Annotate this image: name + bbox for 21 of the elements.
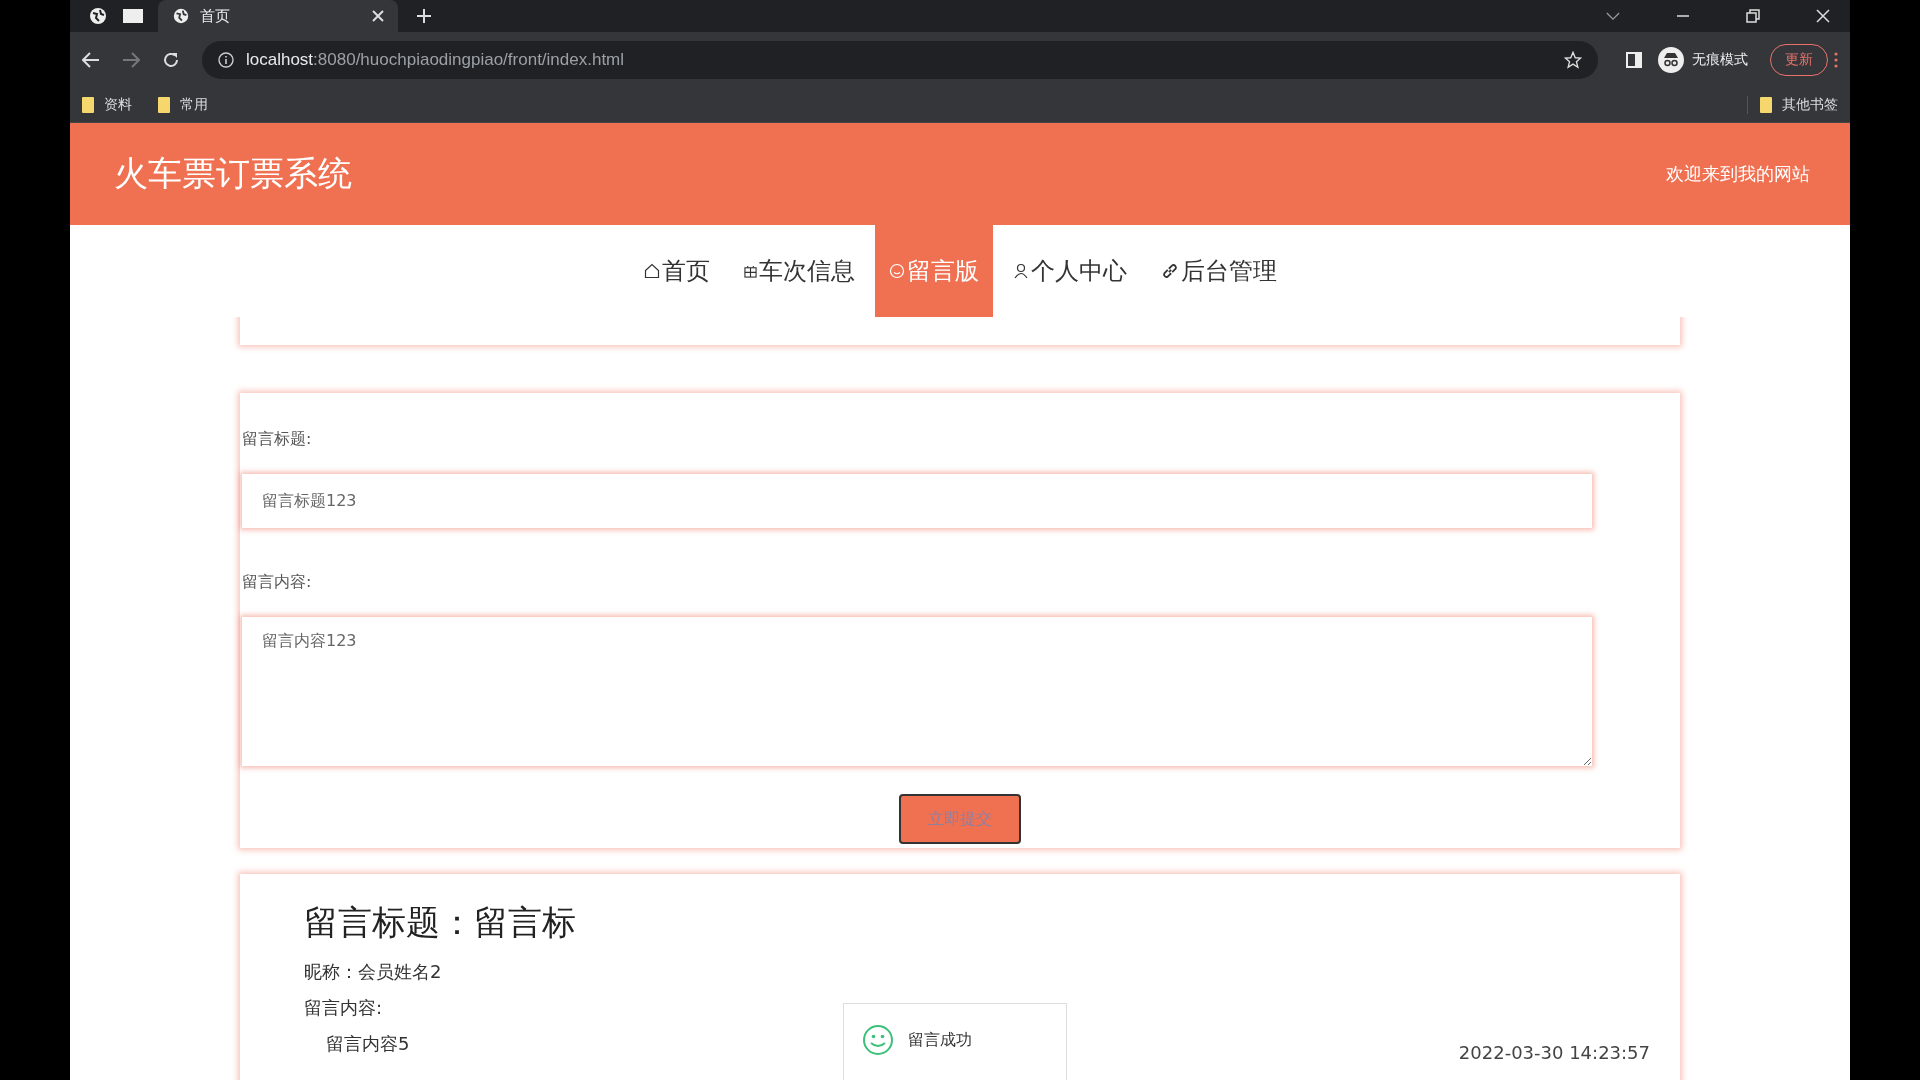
message-time: 2022-03-30 14:23:57: [1458, 1042, 1650, 1063]
browser-tab[interactable]: 首页: [158, 0, 398, 32]
bookmark[interactable]: 常用: [158, 96, 208, 114]
site-title: 火车票订票系统: [114, 152, 352, 195]
content-textarea[interactable]: 留言内容123: [242, 617, 1592, 766]
url-text: localhost:8080/huochpiaodingpiao/front/index.html: [246, 50, 625, 70]
bookmark[interactable]: 资料: [82, 96, 132, 114]
tab-title: 首页: [200, 6, 231, 26]
update-button[interactable]: 更新: [1770, 44, 1828, 76]
field-label: 留言标题:: [242, 429, 313, 450]
address-bar[interactable]: localhost:8080/huochpiaodingpiao/front/index.html: [202, 41, 1598, 79]
content-label: 留言内容:: [304, 996, 383, 1020]
other-bookmarks[interactable]: 其他书签: [1747, 96, 1838, 114]
message-title: 留言标题：留言标: [304, 901, 577, 944]
toast-text: 留言成功: [908, 1030, 972, 1051]
nickname-text: 昵称：会员姓名2: [304, 960, 442, 984]
field-label: 留言内容:: [242, 572, 313, 593]
incognito-label: 无痕模式: [1692, 51, 1748, 69]
welcome-text: 欢迎来到我的网站: [1666, 162, 1810, 186]
title-input[interactable]: 留言标题123: [242, 474, 1592, 528]
message-content: 留言内容5: [325, 1032, 410, 1056]
